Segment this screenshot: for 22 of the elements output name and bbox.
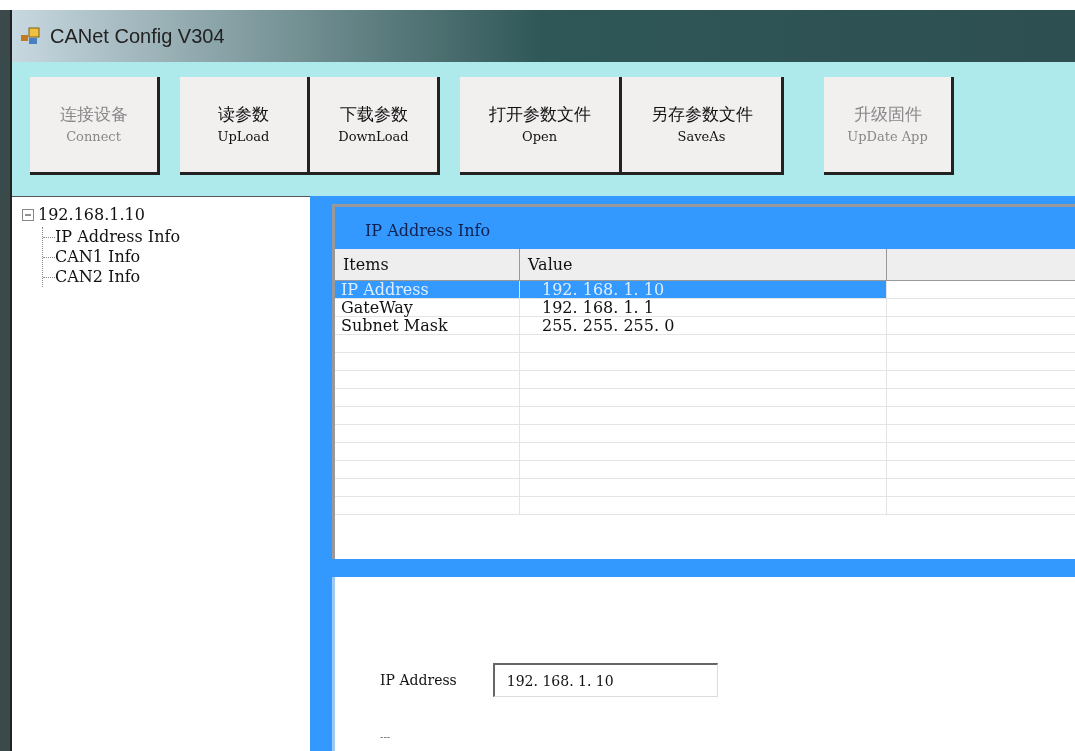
- table-cell: IP Address: [335, 281, 520, 298]
- app-icon: [20, 26, 42, 46]
- footer-text: ---: [380, 730, 392, 744]
- ip-address-field[interactable]: 192. 168. 1. 10: [492, 663, 718, 697]
- table-cell: 255. 255. 255. 0: [520, 317, 887, 334]
- toolbar-button[interactable]: 下载参数 DownLoad: [310, 77, 440, 175]
- column-header[interactable]: Items: [335, 249, 520, 280]
- table-cell: 192. 168. 1. 1: [520, 299, 887, 316]
- toolbar-button[interactable]: 另存参数文件 SaveAs: [622, 77, 784, 175]
- window-title: CANet Config V304: [50, 24, 225, 49]
- toolbar-button[interactable]: 读参数 UpLoad: [180, 77, 310, 175]
- table-cell: Subnet Mask: [335, 317, 520, 334]
- table-cell: GateWay: [335, 299, 520, 316]
- table-cell: 192. 168. 1. 10: [520, 281, 887, 298]
- table-row[interactable]: Subnet Mask 255. 255. 255. 0: [335, 317, 887, 334]
- tree-item[interactable]: 192.168.1.10: [38, 203, 145, 227]
- toolbar-button[interactable]: 打开参数文件 Open: [460, 77, 622, 175]
- field-label: IP Address: [380, 670, 457, 690]
- collapse-icon[interactable]: [22, 209, 34, 221]
- column-header[interactable]: Value: [520, 249, 887, 280]
- panel-title: IP Address Info: [365, 220, 490, 242]
- table-row[interactable]: GateWay 192. 168. 1. 1: [335, 299, 887, 316]
